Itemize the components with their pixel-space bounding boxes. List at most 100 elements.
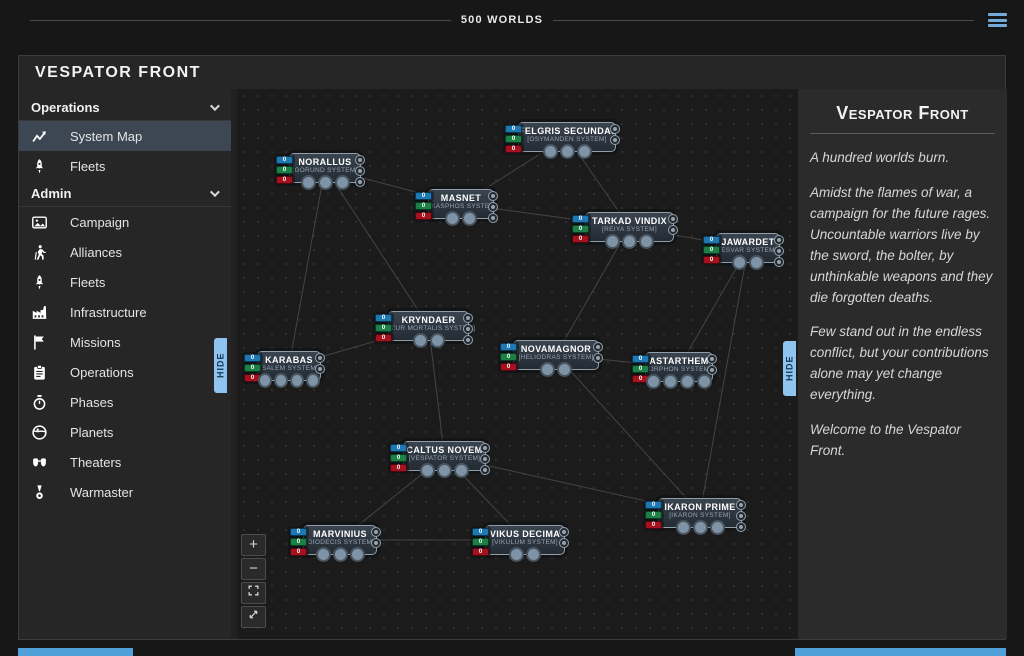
system-node-masnet[interactable]: 000MASNET[KASPHOS SYSTEM] xyxy=(428,189,494,219)
node-title: VIKUS DECIMA xyxy=(486,529,564,539)
node-status-icon[interactable] xyxy=(668,214,678,224)
zoom-in-button[interactable]: + xyxy=(241,534,266,556)
system-node-karabas[interactable]: 000KARABAS[SALEM SYSTEM] xyxy=(257,351,321,381)
planet-dot[interactable] xyxy=(333,547,348,562)
planet-dot[interactable] xyxy=(316,547,331,562)
sidebar-item-fleets[interactable]: Fleets xyxy=(19,267,231,297)
planet-dot[interactable] xyxy=(290,373,304,388)
planet-dot[interactable] xyxy=(350,547,365,562)
system-node-marvinius[interactable]: 000MARVINIUS[DIODECIS SYSTEM] xyxy=(303,525,377,555)
green-count-badge: 0 xyxy=(500,353,517,361)
planet-dot[interactable] xyxy=(732,255,747,270)
node-status-icon[interactable] xyxy=(463,313,473,323)
planet-dot[interactable] xyxy=(318,175,333,190)
node-status-icon[interactable] xyxy=(315,353,325,363)
sidebar-item-alliances[interactable]: Alliances xyxy=(19,237,231,267)
system-node-caltus[interactable]: 000CALTUS NOVEM[VESPATOR SYSTEM] xyxy=(403,441,486,471)
planet-dot[interactable] xyxy=(693,520,708,535)
node-system-label: [IKARON SYSTEM] xyxy=(659,512,741,519)
planet-dot[interactable] xyxy=(540,362,555,377)
node-status-icon[interactable] xyxy=(610,124,620,134)
sidebar-item-phases[interactable]: Phases xyxy=(19,387,231,417)
planet-dot[interactable] xyxy=(462,211,477,226)
info-paragraph: Amidst the flames of war, a campaign for… xyxy=(810,183,995,309)
planet-dot[interactable] xyxy=(301,175,316,190)
planet-dot[interactable] xyxy=(445,211,460,226)
planet-dot[interactable] xyxy=(526,547,541,562)
node-system-label: [HELIODRAS SYSTEM] xyxy=(514,354,598,361)
system-node-astarthem[interactable]: 000ASTARTHEM[ORPHON SYSTEM] xyxy=(645,352,713,382)
sidebar-item-theaters[interactable]: Theaters xyxy=(19,447,231,477)
system-node-felgris[interactable]: 000FELGRIS SECUNDAS[OSYMANDEN SYSTEM] xyxy=(518,122,616,152)
node-status-icon[interactable] xyxy=(774,235,784,245)
menu-icon[interactable] xyxy=(988,11,1010,29)
node-status-icon[interactable] xyxy=(707,354,717,364)
planet-dot[interactable] xyxy=(258,373,272,388)
node-system-label: [REIYA SYSTEM] xyxy=(586,226,673,233)
node-status-icon[interactable] xyxy=(488,191,498,201)
sidebar-section-admin[interactable]: Admin xyxy=(19,181,231,207)
planet-dot[interactable] xyxy=(509,547,524,562)
node-status-icon[interactable] xyxy=(559,527,569,537)
sidebar-item-system-map[interactable]: System Map xyxy=(19,121,231,151)
sidebar-hide-button[interactable]: HIDE xyxy=(214,338,227,393)
planet-dot[interactable] xyxy=(622,234,637,249)
planet-dot[interactable] xyxy=(710,520,725,535)
system-node-tarkad[interactable]: 000TARKAD VINDIX[REIYA SYSTEM] xyxy=(585,212,674,242)
planet-dot[interactable] xyxy=(697,374,712,389)
sidebar-item-campaign[interactable]: Campaign xyxy=(19,207,231,237)
planet-dot[interactable] xyxy=(335,175,350,190)
planet-dot[interactable] xyxy=(274,373,288,388)
sidebar-item-label: Phases xyxy=(70,395,113,410)
planet-dot[interactable] xyxy=(605,234,620,249)
system-node-novamagnor[interactable]: 000NOVAMAGNOR[HELIODRAS SYSTEM] xyxy=(513,340,599,370)
sidebar-item-operations[interactable]: Operations xyxy=(19,357,231,387)
node-status-icon[interactable] xyxy=(480,443,490,453)
sidebar-item-missions[interactable]: Missions xyxy=(19,327,231,357)
planet-dot[interactable] xyxy=(420,463,435,478)
planet-dot[interactable] xyxy=(577,144,592,159)
sidebar-section-operations[interactable]: Operations xyxy=(19,95,231,121)
planet-dot[interactable] xyxy=(560,144,575,159)
node-status-icon[interactable] xyxy=(355,155,365,165)
system-node-kryndaer[interactable]: 000KRYNDAER[ZUR MORTALIS SYSTEM] xyxy=(388,311,469,341)
system-node-ikaron[interactable]: 000IKARON PRIME[IKARON SYSTEM] xyxy=(658,498,742,528)
node-system-label: [VIKULUM SYSTEM] xyxy=(486,539,564,546)
node-status-icon[interactable] xyxy=(736,500,746,510)
sidebar-item-label: Alliances xyxy=(70,245,122,260)
planet-dot[interactable] xyxy=(413,333,428,348)
planet-dot[interactable] xyxy=(646,374,661,389)
planet-dot[interactable] xyxy=(543,144,558,159)
node-planets xyxy=(659,520,741,535)
planet-dot[interactable] xyxy=(749,255,764,270)
zoom-out-button[interactable]: − xyxy=(241,558,266,580)
planet-dot[interactable] xyxy=(454,463,469,478)
planet-dot[interactable] xyxy=(430,333,445,348)
system-node-vikus[interactable]: 000VIKUS DECIMA[VIKULUM SYSTEM] xyxy=(485,525,565,555)
system-node-norallus[interactable]: 000NORALLUS[GORUND SYSTEM] xyxy=(289,153,361,183)
node-status-icon[interactable] xyxy=(593,342,603,352)
green-count-badge: 0 xyxy=(244,364,261,372)
planet-dot[interactable] xyxy=(639,234,654,249)
planet-dot[interactable] xyxy=(437,463,452,478)
system-node-jawardet[interactable]: 000JAWARDET[ESVAR SYSTEM] xyxy=(716,233,780,263)
planet-dot[interactable] xyxy=(663,374,678,389)
node-status-icon[interactable] xyxy=(371,527,381,537)
sidebar-item-warmaster[interactable]: Warmaster xyxy=(19,477,231,507)
planet-dot[interactable] xyxy=(676,520,691,535)
node-title: KRYNDAER xyxy=(389,315,468,325)
planet-dot[interactable] xyxy=(557,362,572,377)
fit-view-button[interactable] xyxy=(241,582,266,604)
resize-button[interactable] xyxy=(241,606,266,628)
info-hide-button[interactable]: HIDE xyxy=(783,341,796,396)
sidebar-item-planets[interactable]: Planets xyxy=(19,417,231,447)
node-planets xyxy=(290,175,360,190)
node-planets xyxy=(429,211,493,226)
planet-dot[interactable] xyxy=(680,374,695,389)
green-count-badge: 0 xyxy=(390,454,407,462)
node-system-label: [OSYMANDEN SYSTEM] xyxy=(519,136,615,143)
system-map-canvas[interactable]: 000NORALLUS[GORUND SYSTEM] 000FELGRIS SEC… xyxy=(237,89,798,639)
sidebar-item-infrastructure[interactable]: Infrastructure xyxy=(19,297,231,327)
planet-dot[interactable] xyxy=(306,373,320,388)
sidebar-item-fleets[interactable]: Fleets xyxy=(19,151,231,181)
